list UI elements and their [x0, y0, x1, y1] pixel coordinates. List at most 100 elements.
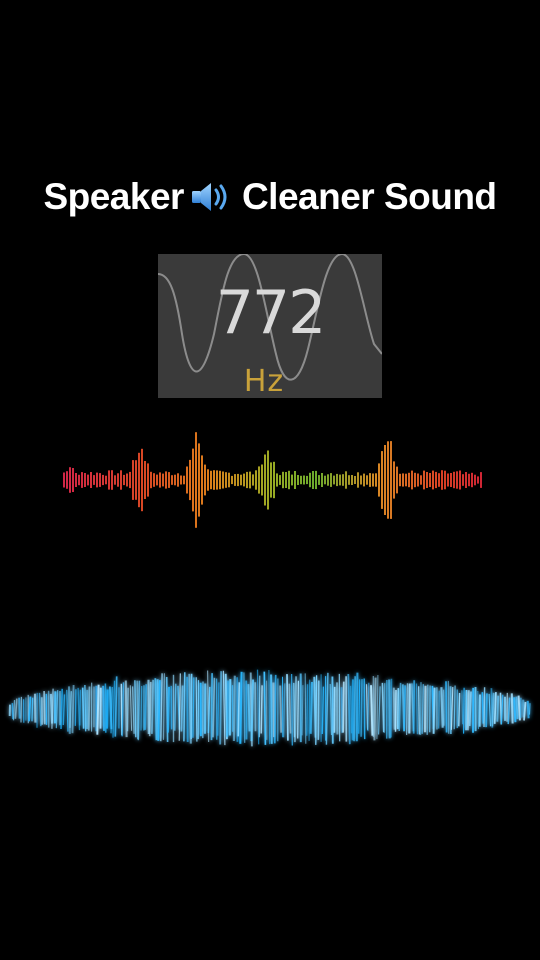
spectrum-bar: [112, 680, 116, 738]
spectrum-bar: [349, 685, 353, 734]
spectrum-bar: [126, 687, 129, 732]
spectrum-bar: [134, 680, 137, 738]
spectrum-bar: [515, 696, 519, 720]
spectrum-bar: [263, 671, 267, 745]
spectrum-bar: [154, 678, 158, 741]
spectrum-bar: [228, 679, 232, 736]
spectrum-bar: [81, 687, 85, 729]
spectrum-bar: [438, 690, 440, 729]
spectrum-bar: [293, 676, 298, 743]
spectrum-bar: [394, 689, 397, 732]
spectrum-bar: [358, 679, 361, 734]
spectrum-bar: [297, 680, 300, 739]
spectrum-bar: [340, 687, 344, 733]
spectrum-bar: [207, 686, 211, 734]
spectrum-bar: [496, 695, 500, 722]
spectrum-bar: [353, 676, 357, 742]
spectrum-bar: [365, 684, 369, 730]
spectrum-bar: [513, 697, 517, 723]
spectrum-bar: [373, 677, 377, 741]
spectrum-bar: [87, 686, 91, 731]
spectrum-bar: [388, 679, 391, 739]
spectrum-bar: [186, 676, 189, 743]
spectrum-bar: [526, 700, 530, 719]
spectrum-bar: [279, 685, 283, 733]
spectrum-bar: [183, 672, 186, 742]
spectrum-bar: [468, 691, 472, 727]
spectrum-bar: [288, 683, 292, 734]
spectrum-bar: [304, 673, 307, 744]
spectrum-bar: [84, 684, 87, 732]
rainbow-audio-waveform: [63, 432, 482, 528]
spectrum-bar: [418, 686, 420, 735]
spectrum-bar: [355, 672, 359, 742]
spectrum-bar: [315, 675, 318, 745]
spectrum-bar: [121, 682, 125, 737]
spectrum-bar: [370, 685, 374, 736]
spectrum-bar: [237, 682, 241, 737]
spectrum-bar: [210, 673, 213, 741]
spectrum-bar: [212, 677, 216, 738]
spectrum-bar: [268, 669, 271, 745]
spectrum-bar: [421, 684, 424, 734]
spectrum-bar: [317, 680, 320, 740]
spectrum-bar: [148, 681, 152, 737]
spectrum-bar: [461, 690, 464, 725]
spectrum-bar: [114, 676, 118, 737]
spectrum-bar: [392, 687, 396, 730]
spectrum-bar: [11, 703, 14, 720]
spectrum-bar: [219, 671, 223, 745]
spectrum-bar: [363, 678, 366, 740]
spectrum-bar: [272, 682, 276, 738]
spectrum-bar: [432, 687, 436, 734]
spectrum-bar: [131, 686, 135, 734]
spectrum-bar: [144, 684, 148, 730]
spectrum-bar: [426, 684, 429, 735]
spectrum-bar: [309, 681, 314, 734]
frequency-value: 772: [215, 278, 327, 348]
spectrum-bar: [403, 685, 406, 731]
spectrum-bar: [493, 692, 497, 724]
spectrum-bar: [481, 692, 484, 724]
spectrum-bar: [406, 683, 408, 736]
spectrum-bar: [396, 688, 400, 730]
spectrum-bar: [180, 685, 184, 732]
spectrum-bar: [195, 677, 198, 742]
spectrum-bar: [79, 689, 82, 726]
spectrum-bar: [325, 672, 329, 745]
spectrum-bar: [485, 693, 488, 728]
spectrum-bar: [398, 682, 402, 732]
spectrum-bar: [390, 678, 393, 738]
spectrum-bar: [102, 685, 105, 731]
spectrum-bar: [306, 684, 309, 736]
spectrum-bar: [290, 673, 293, 746]
spectrum-bar: [232, 675, 236, 742]
spectrum-bar: [192, 677, 195, 738]
spectrum-bar: [226, 680, 230, 737]
spectrum-bar: [71, 684, 75, 734]
spectrum-bar: [55, 690, 59, 729]
spectrum-bar: [517, 695, 521, 721]
spectrum-bar: [378, 686, 381, 735]
spectrum-bar: [458, 692, 461, 727]
spectrum-bar: [222, 670, 226, 746]
video-title: Speaker Cleaner Sound: [0, 176, 540, 218]
spectrum-bar: [491, 692, 495, 727]
spectrum-bar: [286, 674, 289, 741]
spectrum-bar: [488, 693, 492, 727]
spectrum-bar: [247, 684, 251, 732]
spectrum-bar: [105, 689, 109, 729]
spectrum-bar: [74, 689, 77, 726]
title-left-text: Speaker: [43, 176, 184, 217]
spectrum-bar: [166, 686, 170, 733]
spectrum-bar: [466, 690, 470, 731]
spectrum-bar: [256, 669, 260, 745]
spectrum-bar: [376, 674, 379, 740]
spectrum-bar: [174, 683, 177, 731]
spectrum-bar: [162, 673, 165, 740]
spectrum-bar: [160, 673, 163, 742]
spectrum-bar: [96, 684, 100, 735]
spectrum-bar: [450, 686, 454, 730]
spectrum-bar: [243, 672, 246, 743]
spectrum-bar: [483, 687, 486, 728]
